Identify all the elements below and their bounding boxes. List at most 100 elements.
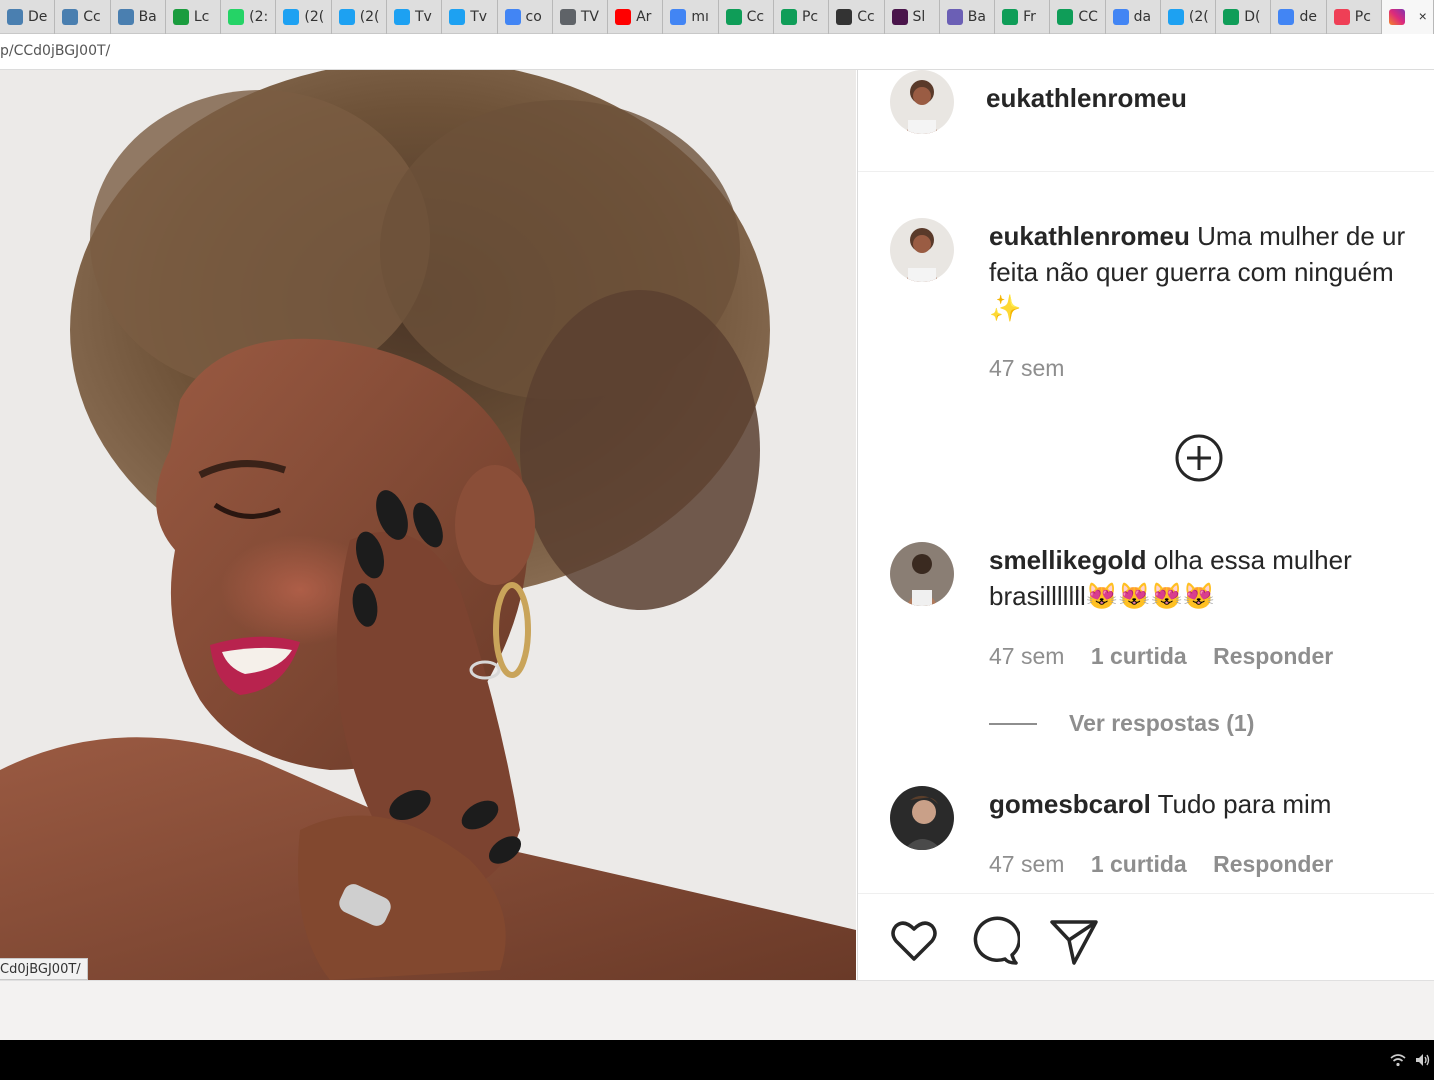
close-tab-icon[interactable]: × <box>1419 8 1427 24</box>
browser-tab-strip: De Cc Ba Lc (2: (2((2(Tv Tv co TV Ar mı Cc Pc Cc Sl Ba F… <box>0 0 1434 34</box>
tab-title: co <box>525 9 542 25</box>
globe-icon <box>946 9 963 25</box>
browser-tab[interactable]: TV <box>553 0 609 34</box>
heart-icon[interactable] <box>888 915 940 967</box>
caption-line-2: feita não quer guerra com ninguém <box>989 257 1394 287</box>
browser-tab[interactable]: mı <box>663 0 719 34</box>
url-text[interactable]: p/CCd0jBGJ00T/ <box>0 43 110 59</box>
post-photo[interactable] <box>0 70 856 980</box>
caption-username[interactable]: eukathlenromeu <box>989 221 1190 251</box>
browser-tab[interactable]: Pc <box>774 0 830 34</box>
replies-divider-line <box>989 723 1037 725</box>
google-icon <box>670 9 687 25</box>
comment-username[interactable]: smellikegold <box>989 545 1147 575</box>
tab-title: Tv <box>470 9 488 25</box>
browser-tab[interactable]: (2( <box>1161 0 1217 34</box>
google-icon <box>504 9 521 25</box>
browser-tab[interactable]: (2( <box>276 0 332 34</box>
sparkles-emoji: ✨ <box>989 293 1022 323</box>
chart-icon <box>117 9 134 25</box>
comment-username[interactable]: gomesbcarol <box>989 789 1151 819</box>
sheet-icon <box>1057 9 1074 25</box>
tab-title: CC <box>1078 9 1098 25</box>
browser-tab[interactable]: CC <box>1050 0 1106 34</box>
commenter-avatar-smellikegold[interactable] <box>890 542 954 606</box>
tab-title: Pc <box>801 9 819 25</box>
comment-meta: 47 sem 1 curtida Responder <box>989 851 1333 878</box>
sheet-icon <box>725 9 742 25</box>
browser-tab[interactable]: Cc <box>55 0 111 34</box>
commenter-avatar-gomesbcarol[interactable] <box>890 786 954 850</box>
caption-time[interactable]: 47 sem <box>989 355 1064 382</box>
browser-tab[interactable]: Cc <box>829 0 885 34</box>
circle-icon <box>836 9 853 25</box>
tab-title: D( <box>1244 9 1261 25</box>
header-divider <box>858 171 1434 172</box>
volume-icon[interactable] <box>1414 1052 1430 1068</box>
comment-time[interactable]: 47 sem <box>989 851 1064 877</box>
reply-button[interactable]: Responder <box>1213 851 1333 877</box>
wifi-icon[interactable] <box>1390 1052 1406 1068</box>
comment-line-2: brasilllllll😻😻😻😻 <box>989 581 1216 611</box>
google-icon <box>1278 9 1295 25</box>
tab-title: Sl <box>912 9 926 25</box>
browser-tab[interactable]: Tv <box>442 0 498 34</box>
sheet-icon <box>1002 9 1019 25</box>
caption-line-1: eukathlenromeu Uma mulher de ur <box>989 218 1405 254</box>
browser-tab[interactable]: (2( <box>332 0 387 34</box>
browser-tab[interactable]: Tv <box>387 0 443 34</box>
browser-tab[interactable]: Lc <box>166 0 222 34</box>
browser-tab[interactable]: D( <box>1216 0 1272 34</box>
browser-bottom-area <box>0 980 1434 1040</box>
browser-tab[interactable]: da <box>1106 0 1161 34</box>
browser-tab[interactable]: Ba <box>111 0 166 34</box>
browser-tab[interactable]: Ba <box>940 0 996 34</box>
browser-tab[interactable]: Fr <box>995 0 1051 34</box>
browser-tab[interactable]: de <box>1271 0 1327 34</box>
portrait-image <box>0 70 856 980</box>
pocket-icon <box>1333 9 1350 25</box>
post-author-username[interactable]: eukathlenromeu <box>986 80 1187 116</box>
comment-likes[interactable]: 1 curtida <box>1091 643 1187 669</box>
tab-title: (2: <box>249 9 269 25</box>
browser-tab[interactable]: De <box>0 0 56 34</box>
tab-title: TV <box>580 9 599 25</box>
tab-title: Ar <box>636 9 652 25</box>
globe-icon <box>559 9 576 25</box>
browser-tab[interactable]: Ar <box>608 0 664 34</box>
instagram-icon <box>1389 9 1406 25</box>
tab-title: Lc <box>193 9 210 25</box>
tab-title: Fr <box>1023 9 1036 25</box>
active-browser-tab[interactable]: × <box>1382 0 1434 34</box>
browser-tab[interactable]: Pc <box>1327 0 1383 34</box>
author-avatar[interactable] <box>890 70 954 134</box>
tab-title: mı <box>691 9 709 25</box>
browser-tab[interactable]: Sl <box>885 0 940 34</box>
tab-title: (2( <box>1188 9 1209 25</box>
twitter-icon <box>393 9 410 25</box>
twitter-icon <box>1167 9 1184 25</box>
actions-divider <box>858 893 1434 894</box>
load-more-comments-icon[interactable] <box>1174 433 1224 483</box>
tab-title: Cc <box>746 9 765 25</box>
slack-icon <box>891 9 908 25</box>
whatsapp-icon <box>228 9 245 25</box>
address-bar[interactable]: p/CCd0jBGJ00T/ <box>0 34 1434 70</box>
sheet-icon <box>780 9 797 25</box>
browser-tab[interactable]: co <box>498 0 553 34</box>
comment-likes[interactable]: 1 curtida <box>1091 851 1187 877</box>
twitter-icon <box>449 9 466 25</box>
browser-tab[interactable]: (2: <box>221 0 277 34</box>
post-side-panel: eukathlenromeu eukathlenromeu Uma mulher… <box>857 70 1434 980</box>
comment-text: olha essa mulher <box>1153 545 1352 575</box>
tab-title: da <box>1133 9 1152 25</box>
comment-time[interactable]: 47 sem <box>989 643 1064 669</box>
share-icon[interactable] <box>1048 915 1100 967</box>
comment-icon[interactable] <box>968 915 1022 967</box>
view-replies-button[interactable]: Ver respostas (1) <box>1069 710 1254 737</box>
comment-text: Tudo para mim <box>1157 789 1332 819</box>
twitter-icon <box>338 9 355 25</box>
caption-avatar[interactable] <box>890 218 954 282</box>
browser-tab[interactable]: Cc <box>719 0 774 34</box>
reply-button[interactable]: Responder <box>1213 643 1333 669</box>
